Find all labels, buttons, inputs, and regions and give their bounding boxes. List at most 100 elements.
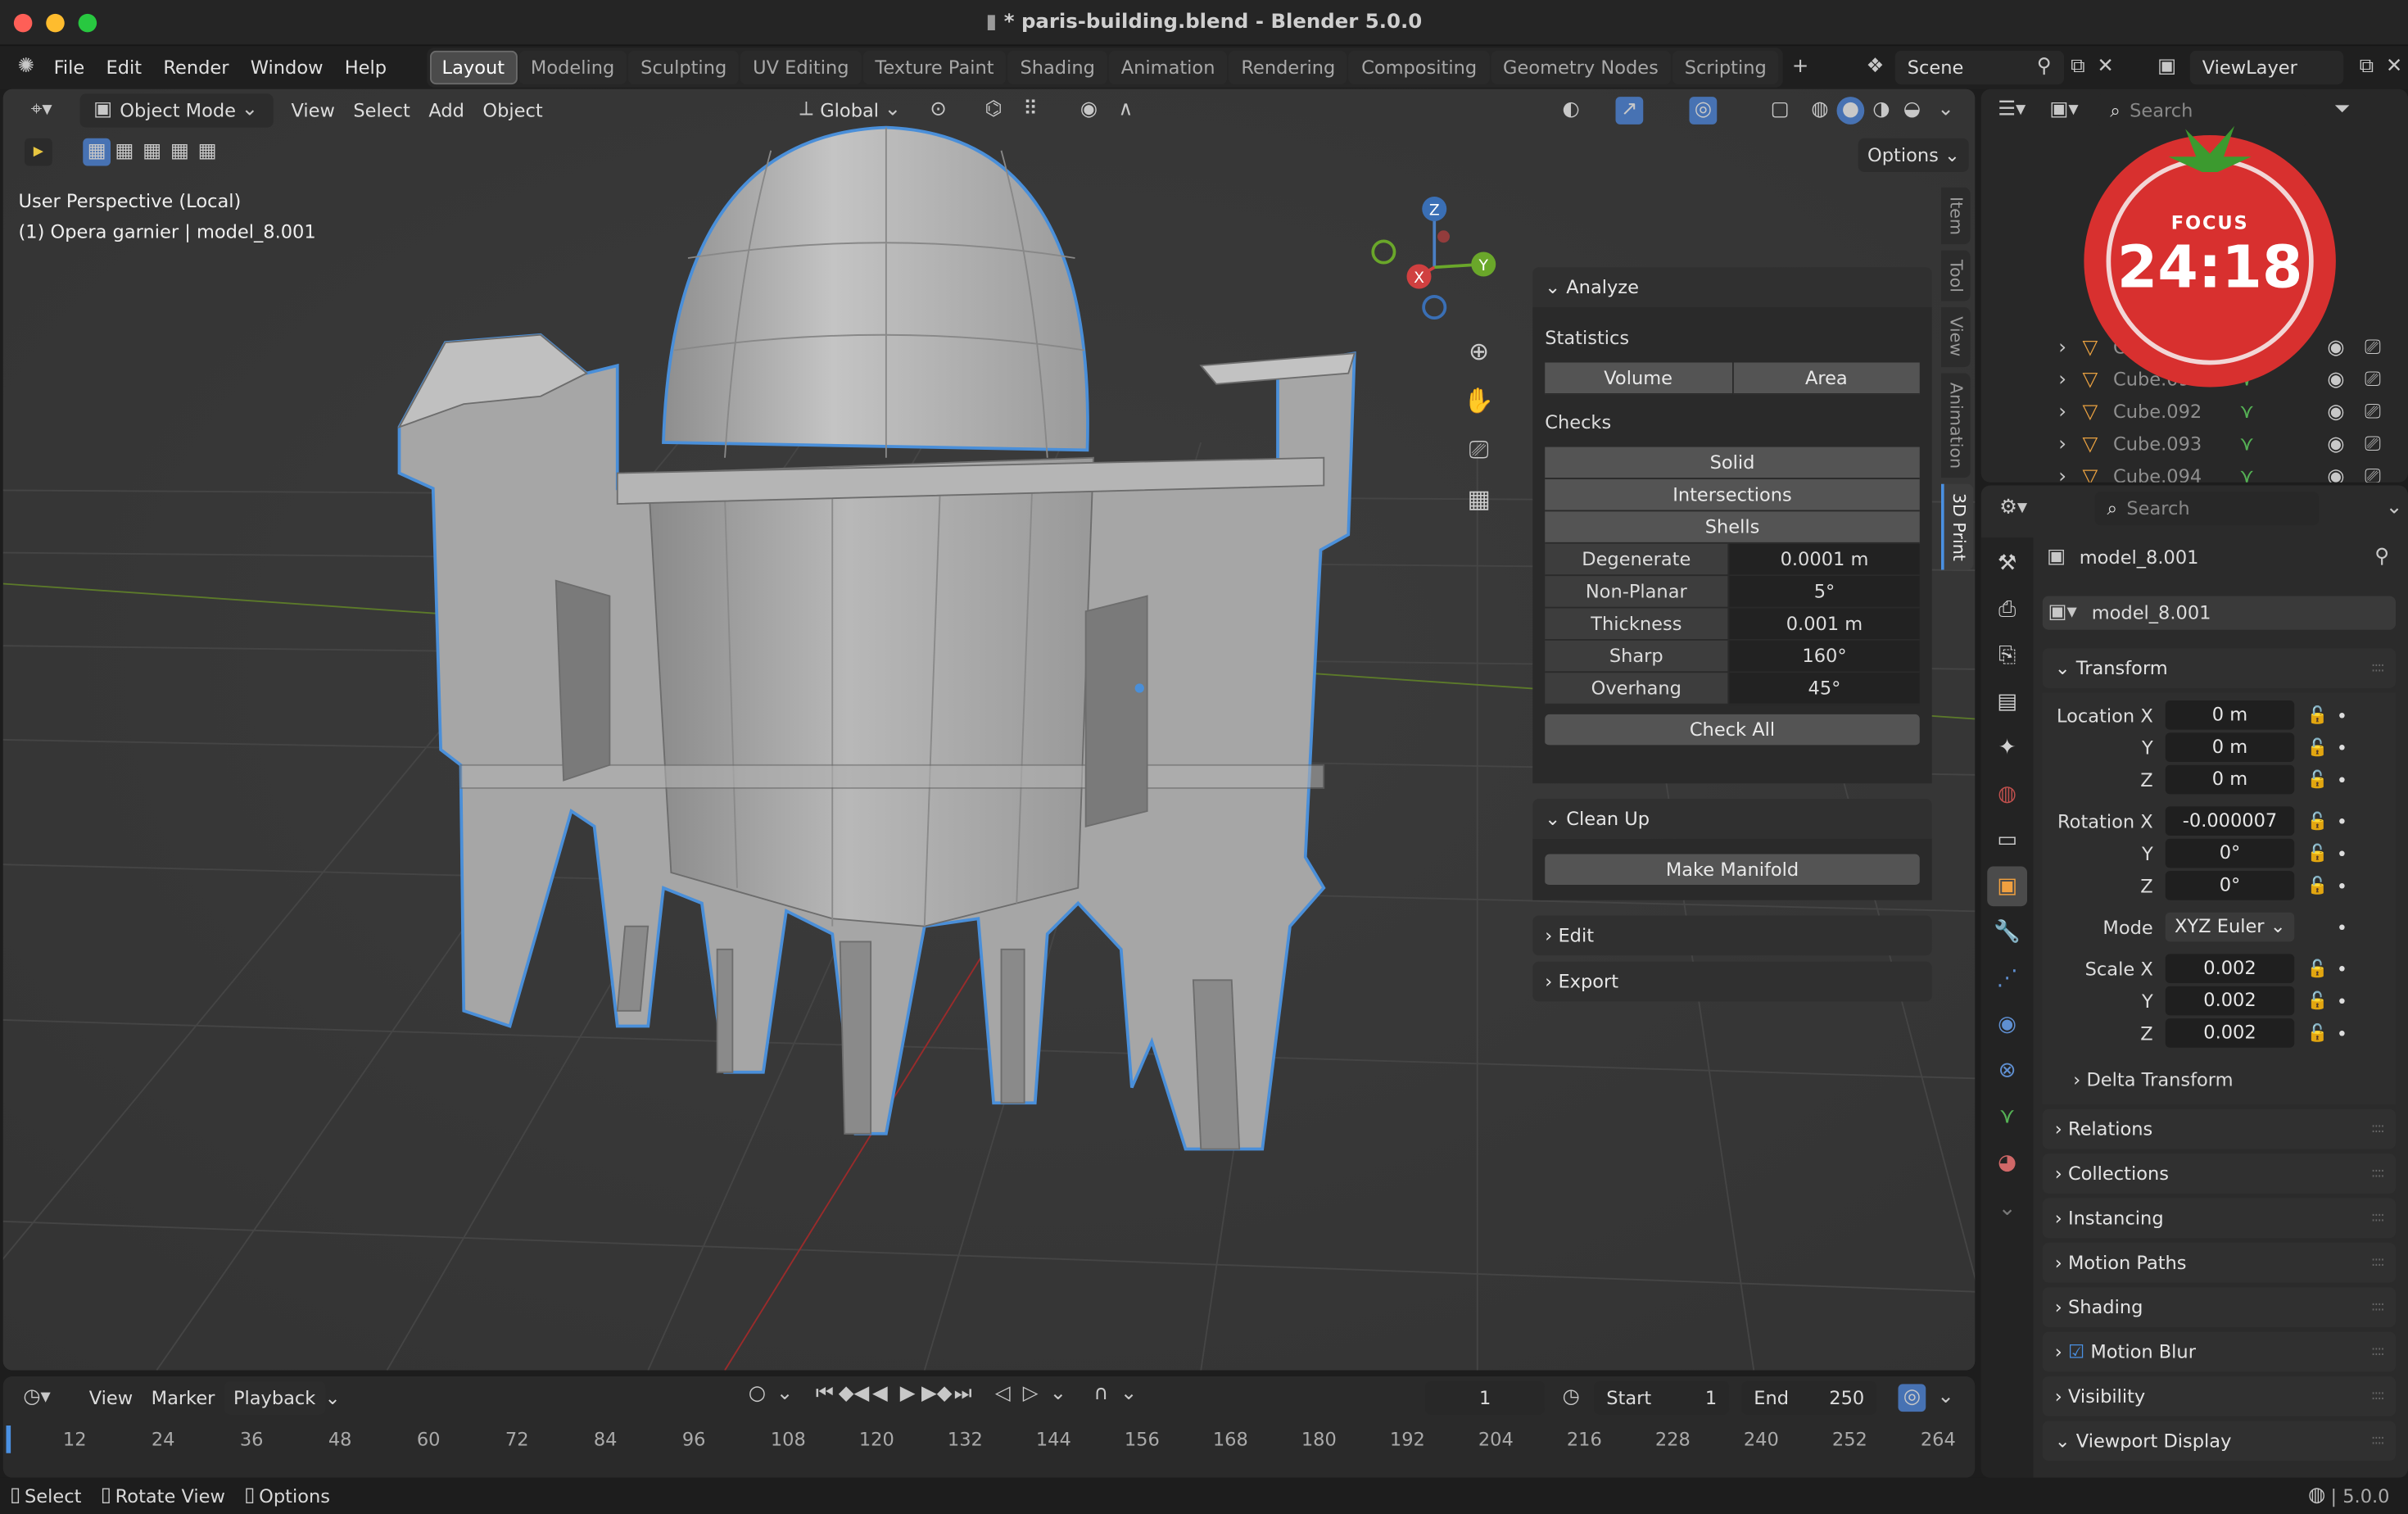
- keyframe-dot-icon[interactable]: •: [2331, 916, 2352, 937]
- viewport-menu-add[interactable]: Add: [419, 93, 473, 127]
- outliner-row[interactable]: › ▽ Cube.093 ⋎ ◉ ⎚: [1981, 428, 2408, 460]
- output-tab-icon[interactable]: ⎘: [1987, 636, 2027, 676]
- timeline-overlay-icon[interactable]: ◎: [1898, 1384, 1926, 1412]
- section-shading[interactable]: › Shading::::: [2042, 1287, 2396, 1327]
- object-tab-icon[interactable]: ▣: [1987, 866, 2027, 907]
- pivot-point-icon[interactable]: ⊙: [925, 97, 953, 125]
- select-tool-icon[interactable]: ▸: [25, 138, 52, 166]
- frame-ruler[interactable]: 12 24 36 48 60 72 84 96 108 120 132 144 156 168 180 192…: [3, 1429, 1976, 1460]
- section-motion-paths[interactable]: › Motion Paths::::: [2042, 1242, 2396, 1283]
- section-relations[interactable]: › Relations::::: [2042, 1108, 2396, 1149]
- modifier-tab-icon[interactable]: 🔧: [1987, 913, 2027, 953]
- snap-target-icon[interactable]: ⠿: [1016, 97, 1044, 125]
- timeline-menu-view[interactable]: View: [80, 1381, 143, 1415]
- view-layer-tab-icon[interactable]: ▤: [1987, 682, 2027, 723]
- end-frame-field[interactable]: End 250: [1741, 1380, 1877, 1415]
- add-workspace-icon[interactable]: +: [1786, 54, 1814, 82]
- next-marker-icon[interactable]: ▷: [1016, 1381, 1044, 1409]
- auto-keying-icon[interactable]: ○: [744, 1381, 772, 1409]
- data-tab-icon[interactable]: ⋎: [1987, 1097, 2027, 1137]
- shells-check-button[interactable]: Shells: [1545, 511, 1920, 544]
- eye-icon[interactable]: ◉: [2322, 400, 2350, 428]
- eye-icon[interactable]: ◉: [2322, 464, 2350, 483]
- tab-uv-editing[interactable]: UV Editing: [740, 50, 862, 85]
- pin-scene-icon[interactable]: ⚲: [2030, 54, 2058, 82]
- lock-icon[interactable]: 🔓: [2304, 769, 2332, 789]
- solid-shading-icon[interactable]: ●: [1836, 97, 1865, 125]
- play-reverse-icon[interactable]: ◀: [867, 1381, 894, 1409]
- ortho-grid-icon[interactable]: ▦: [1456, 476, 1502, 522]
- world-tab-icon[interactable]: ◍: [1987, 774, 2027, 814]
- rotation-mode-dropdown[interactable]: XYZ Euler ⌄: [2165, 912, 2295, 942]
- scale-z-field[interactable]: 0.002: [2165, 1018, 2295, 1048]
- start-frame-field[interactable]: Start 1: [1594, 1380, 1730, 1415]
- keyframe-dot-icon[interactable]: •: [2331, 737, 2352, 758]
- sidebar-tab-item[interactable]: Item: [1941, 187, 1971, 245]
- scale-y-field[interactable]: 0.002: [2165, 986, 2295, 1016]
- location-x-field[interactable]: 0 m: [2165, 700, 2295, 730]
- chevron-down-icon[interactable]: ⌄: [1115, 1381, 1143, 1409]
- tab-modeling[interactable]: Modeling: [518, 50, 627, 85]
- menu-window[interactable]: Window: [240, 51, 334, 84]
- intersections-check-button[interactable]: Intersections: [1545, 479, 1920, 512]
- properties-editor-icon[interactable]: ⚙▾: [1990, 495, 2036, 523]
- collection-tab-icon[interactable]: ▭: [1987, 820, 2027, 860]
- new-scene-icon[interactable]: ⧉: [2064, 54, 2092, 82]
- keyframe-dot-icon[interactable]: •: [2331, 810, 2352, 832]
- camera-icon[interactable]: ⎚: [2359, 367, 2387, 395]
- chevron-down-icon[interactable]: ⌄: [2380, 495, 2408, 523]
- tab-sculpting[interactable]: Sculpting: [628, 50, 740, 85]
- analyze-header[interactable]: ⌄ Analyze: [1532, 267, 1932, 307]
- lock-icon[interactable]: 🔓: [2304, 990, 2332, 1010]
- scene-tab-icon[interactable]: ✦: [1987, 728, 2027, 768]
- rotation-z-field[interactable]: 0°: [2165, 871, 2295, 900]
- camera-icon[interactable]: ⎚: [2359, 400, 2387, 428]
- area-button[interactable]: Area: [1732, 362, 1920, 395]
- checkbox-icon[interactable]: ☑: [2068, 1341, 2084, 1362]
- eye-icon[interactable]: ◉: [2322, 432, 2350, 460]
- section-motion-blur[interactable]: › ☑ Motion Blur::::: [2042, 1331, 2396, 1372]
- volume-button[interactable]: Volume: [1545, 362, 1733, 395]
- lock-icon[interactable]: 🔓: [2304, 705, 2332, 725]
- tab-texture-paint[interactable]: Texture Paint: [862, 50, 1007, 85]
- select-intersect-icon[interactable]: ▦: [193, 138, 221, 166]
- tab-animation[interactable]: Animation: [1108, 50, 1228, 85]
- prev-marker-icon[interactable]: ◁: [989, 1381, 1017, 1409]
- camera-icon[interactable]: ⎚: [2359, 335, 2387, 363]
- chevron-right-icon[interactable]: ›: [2048, 400, 2076, 428]
- jump-start-icon[interactable]: ⏮: [811, 1381, 839, 1409]
- viewport-menu-select[interactable]: Select: [344, 93, 419, 127]
- sidebar-tab-view[interactable]: View: [1941, 307, 1971, 367]
- sharp-field[interactable]: 160°: [1729, 640, 1920, 673]
- viewport-menu-view[interactable]: View: [282, 93, 344, 127]
- sidebar-tab-3d-print[interactable]: 3D Print: [1941, 483, 1974, 570]
- lock-icon[interactable]: 🔓: [2304, 737, 2332, 757]
- prev-keyframe-icon[interactable]: ◆◀: [839, 1381, 870, 1409]
- keyframe-dot-icon[interactable]: •: [2331, 958, 2352, 979]
- material-tab-icon[interactable]: ◕: [1987, 1143, 2027, 1183]
- proportional-editing-icon[interactable]: ◉: [1075, 97, 1103, 125]
- object-name[interactable]: model_8.001: [2080, 547, 2199, 569]
- lock-icon[interactable]: 🔓: [2304, 843, 2332, 863]
- chevron-right-icon[interactable]: ›: [2048, 432, 2076, 460]
- pan-hand-icon[interactable]: ✋: [1456, 378, 1502, 424]
- object-mode-dropdown[interactable]: ▣ Object Mode ⌄: [79, 93, 273, 128]
- menu-file[interactable]: File: [43, 51, 96, 84]
- menu-edit[interactable]: Edit: [95, 51, 152, 84]
- non-planar-field[interactable]: 5°: [1729, 576, 1920, 609]
- select-extend-icon[interactable]: ▦: [111, 138, 138, 166]
- physics-tab-icon[interactable]: ◉: [1987, 1004, 2027, 1045]
- section-instancing[interactable]: › Instancing::::: [2042, 1198, 2396, 1239]
- edit-header[interactable]: › Edit: [1532, 915, 1932, 956]
- tool-tab-icon[interactable]: ⚒: [1987, 544, 2027, 584]
- tab-geometry-nodes[interactable]: Geometry Nodes: [1491, 50, 1671, 85]
- overlays-toggle-icon[interactable]: ◎: [1689, 97, 1718, 125]
- view-layer-name-field[interactable]: ViewLayer: [2189, 50, 2344, 85]
- keyframe-dot-icon[interactable]: •: [2331, 1022, 2352, 1044]
- tab-scripting[interactable]: Scripting: [1672, 50, 1779, 85]
- keyframe-dot-icon[interactable]: •: [2331, 768, 2352, 790]
- wireframe-shading-icon[interactable]: ◍: [1806, 97, 1834, 125]
- check-all-button[interactable]: Check All: [1545, 714, 1920, 747]
- gizmo-toggle-icon[interactable]: ↗: [1615, 97, 1644, 125]
- current-frame-field[interactable]: 1: [1425, 1380, 1546, 1415]
